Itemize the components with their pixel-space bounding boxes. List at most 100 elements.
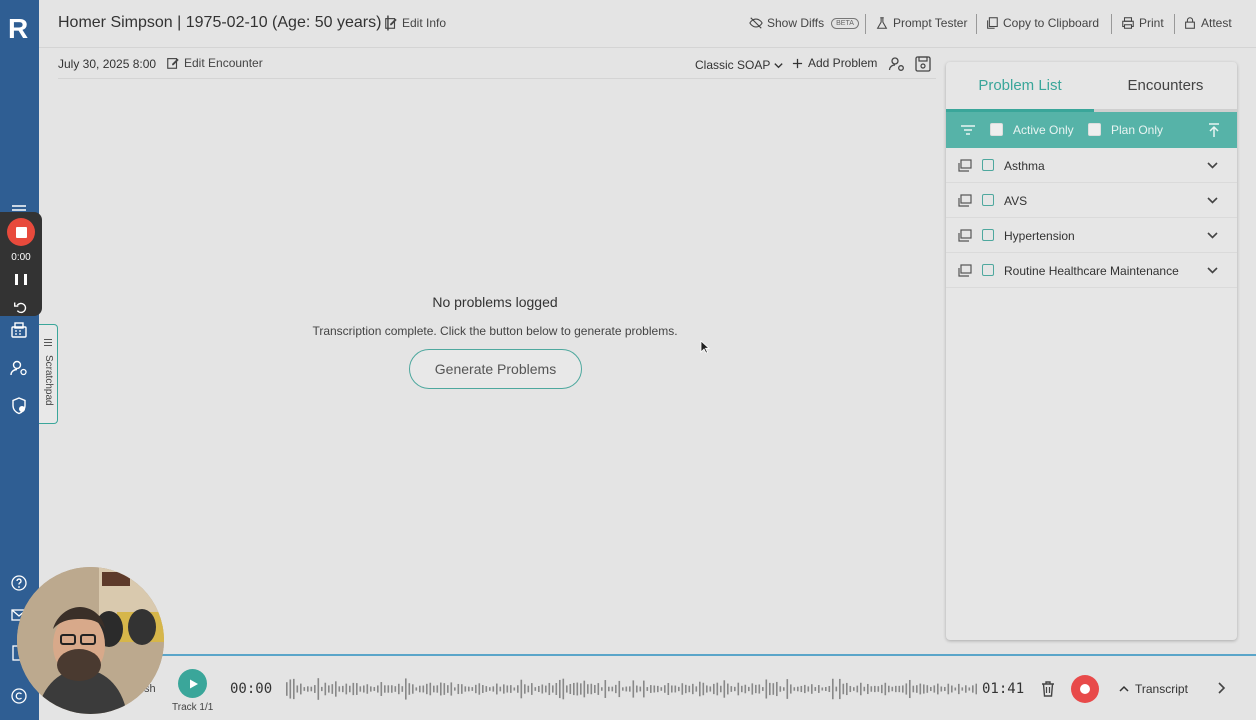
waveform-bar: [972, 685, 974, 693]
transcript-toggle[interactable]: Transcript: [1119, 682, 1188, 696]
add-problem-button[interactable]: Add Problem: [792, 56, 877, 70]
print-button[interactable]: Print: [1121, 16, 1164, 30]
waveform-bar: [793, 687, 796, 691]
audio-waveform[interactable]: [284, 672, 977, 706]
waveform-bar: [412, 684, 414, 694]
waveform-bar: [660, 687, 663, 691]
problem-name: Asthma: [1004, 159, 1045, 173]
record-button[interactable]: [1071, 675, 1099, 703]
note-template-select[interactable]: Classic SOAP: [695, 58, 784, 72]
chevron-right-icon[interactable]: [1214, 681, 1228, 695]
waveform-bar: [664, 685, 666, 693]
collapse-all-icon[interactable]: [1207, 122, 1221, 138]
edit-info-button[interactable]: Edit Info: [384, 16, 446, 30]
copy-problem-icon[interactable]: [958, 229, 972, 242]
chevron-down-icon: [774, 62, 784, 68]
waveform-bar: [769, 682, 771, 696]
tab-encounters[interactable]: Encounters: [1094, 62, 1237, 112]
user-settings-icon[interactable]: [9, 358, 29, 378]
active-only-checkbox[interactable]: [990, 123, 1003, 136]
prompt-tester-label: Prompt Tester: [893, 16, 968, 30]
waveform-bar: [863, 686, 866, 692]
app-logo[interactable]: R: [8, 14, 32, 44]
waveform-bar: [968, 687, 971, 691]
help-icon[interactable]: [9, 573, 29, 593]
waveform-bar: [478, 683, 481, 695]
copy-to-clipboard-button[interactable]: Copy to Clipboard: [985, 16, 1099, 30]
waveform-bar: [702, 682, 705, 696]
waveform-bar: [338, 686, 341, 692]
edit-encounter-button[interactable]: Edit Encounter: [166, 56, 263, 70]
problem-row[interactable]: AVS: [946, 183, 1237, 218]
waveform-bar: [531, 683, 533, 695]
waveform-bar: [342, 685, 344, 693]
problem-row[interactable]: Asthma: [946, 148, 1237, 183]
prompt-tester-button[interactable]: Prompt Tester: [875, 16, 967, 30]
waveform-bar: [604, 680, 607, 698]
waveform-bar: [867, 683, 869, 695]
waveform-bar: [496, 683, 498, 695]
copy-problem-icon[interactable]: [958, 159, 972, 172]
tab-problem-list[interactable]: Problem List: [946, 62, 1094, 112]
problem-checkbox[interactable]: [982, 194, 994, 206]
chevron-up-icon: [1119, 685, 1129, 692]
waveform-bar: [940, 686, 943, 692]
attest-button[interactable]: Attest: [1183, 16, 1232, 30]
webcam-video: [17, 567, 164, 714]
waveform-bar: [909, 679, 911, 699]
copy-problem-icon[interactable]: [958, 194, 972, 207]
waveform-bar: [674, 685, 677, 693]
user-cog-icon[interactable]: [888, 55, 906, 73]
problem-checkbox[interactable]: [982, 229, 994, 241]
waveform-bar: [828, 685, 831, 693]
chevron-down-icon[interactable]: [1206, 264, 1219, 277]
waveform-bar: [426, 683, 428, 695]
waveform-bar: [408, 683, 411, 695]
waveform-bar: [639, 686, 642, 692]
waveform-bar: [422, 685, 425, 693]
problem-checkbox[interactable]: [982, 159, 994, 171]
waveform-bar: [912, 685, 915, 693]
waveform-bar: [510, 685, 512, 693]
stop-recording-button[interactable]: [7, 218, 35, 246]
waveform-bar: [541, 684, 544, 694]
scratchpad-tab[interactable]: Scratchpad: [39, 324, 58, 424]
problem-row[interactable]: Hypertension: [946, 218, 1237, 253]
waveform-bar: [380, 682, 383, 696]
waveform-bar: [310, 686, 313, 692]
shield-icon[interactable]: [9, 396, 29, 416]
problem-checkbox[interactable]: [982, 264, 994, 276]
trash-icon[interactable]: [1040, 680, 1056, 698]
copy-problem-icon[interactable]: [958, 264, 972, 277]
waveform-bar: [352, 682, 355, 696]
filter-icon[interactable]: [960, 123, 976, 137]
waveform-bar: [916, 685, 918, 693]
waveform-bar: [835, 686, 838, 692]
plan-only-checkbox[interactable]: [1088, 123, 1101, 136]
waveform-bar: [615, 684, 617, 694]
show-diffs-button[interactable]: Show Diffs BETA: [749, 16, 859, 30]
problem-row[interactable]: Routine Healthcare Maintenance: [946, 253, 1237, 288]
transcript-label: Transcript: [1135, 682, 1188, 696]
waveform-bar: [618, 680, 621, 698]
generate-problems-button[interactable]: Generate Problems: [409, 349, 582, 389]
waveform-bar: [961, 687, 964, 691]
waveform-bar: [401, 686, 404, 692]
pause-button[interactable]: [15, 274, 27, 286]
play-icon: [189, 679, 198, 688]
waveform-bar: [387, 685, 390, 693]
chevron-down-icon[interactable]: [1206, 159, 1219, 172]
waveform-bar: [377, 685, 379, 693]
chevron-down-icon[interactable]: [1206, 229, 1219, 242]
beta-badge: BETA: [831, 17, 859, 29]
save-icon[interactable]: [914, 55, 932, 73]
waveform-bar: [926, 685, 929, 693]
chevron-down-icon[interactable]: [1206, 194, 1219, 207]
waveform-bar: [744, 684, 747, 694]
waveform-bar: [296, 685, 299, 693]
current-time: 00:00: [230, 681, 273, 697]
play-button[interactable]: [178, 669, 207, 698]
waveform-bar: [741, 685, 743, 693]
waveform-bar: [601, 687, 603, 691]
waveform-bar: [849, 685, 852, 693]
